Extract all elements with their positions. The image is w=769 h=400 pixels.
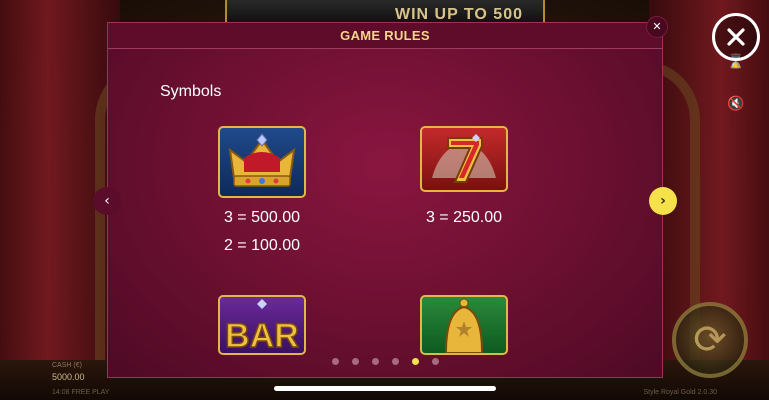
modal-header: GAME RULES [108, 23, 662, 49]
modal-close-button[interactable]: ✕ [646, 16, 668, 38]
seven-pay-3: 3 = 250.00 [425, 209, 503, 226]
close-icon [727, 28, 745, 46]
page-dot[interactable] [391, 358, 399, 365]
bar-icon: BAR [224, 299, 300, 356]
version-label: Style Royal Gold 2.0.30 [643, 389, 717, 396]
page-dot[interactable] [351, 358, 359, 365]
bell-symbol [420, 295, 508, 355]
spin-button[interactable]: ⟳ [672, 302, 748, 378]
crown-pay-3: 3 = 500.00 [223, 209, 301, 226]
page-dot[interactable] [431, 358, 439, 365]
crown-symbol [218, 126, 306, 198]
page-dot-active[interactable] [411, 358, 419, 365]
previous-page-button[interactable]: ‹ [93, 187, 121, 215]
spin-arrows-icon: ⟳ [693, 317, 727, 363]
modal-title: GAME RULES [340, 28, 430, 43]
page-indicator [108, 358, 662, 368]
chevron-right-icon: › [660, 193, 666, 209]
cash-value: 5000.00 [52, 372, 85, 382]
seven-icon [432, 134, 496, 183]
crown-pay-2: 2 = 100.00 [223, 237, 301, 254]
seven-symbol [420, 126, 508, 192]
svg-text:BAR: BAR [225, 317, 299, 353]
free-play-label: 14:08 FREE PLAY [52, 389, 110, 396]
next-page-button[interactable]: › [649, 187, 677, 215]
bell-icon [444, 298, 484, 354]
chevron-left-icon: ‹ [104, 193, 110, 209]
page-dot[interactable] [371, 358, 379, 365]
home-indicator[interactable] [274, 386, 496, 391]
page-dot[interactable] [331, 358, 339, 365]
close-game-button[interactable] [712, 13, 760, 61]
crown-icon [228, 133, 296, 187]
section-title: Symbols [160, 83, 222, 100]
cash-label: CASH (€) [52, 362, 82, 369]
game-rules-modal: GAME RULES Symbols 3 = 500.00 2 = 100.00… [107, 22, 663, 378]
sound-off-icon[interactable]: 🔇 [726, 94, 746, 114]
bar-symbol: BAR [218, 295, 306, 356]
